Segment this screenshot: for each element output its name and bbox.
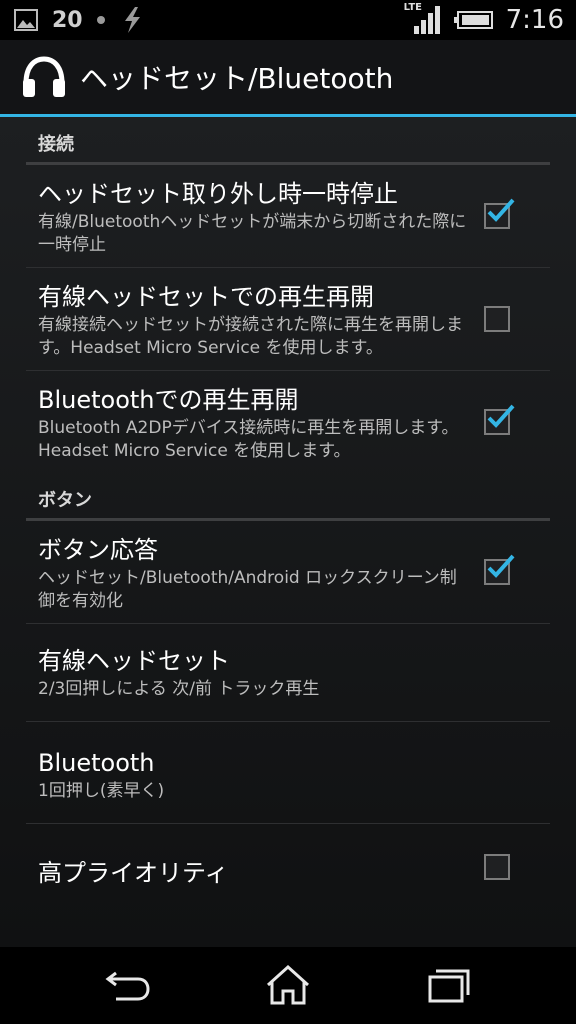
checkmark-icon xyxy=(487,198,515,222)
recents-icon[interactable] xyxy=(418,965,478,1007)
pref-pause-on-disconnect[interactable]: ヘッドセット取り外し時一時停止 有線/Bluetoothヘッドセットが端末から切… xyxy=(26,165,550,268)
pref-title: ヘッドセット取り外し時一時停止 xyxy=(38,180,398,208)
pref-summary: ヘッドセット/Bluetooth/Android ロックスクリーン制御を有効化 xyxy=(38,568,457,611)
section-header-buttons: ボタン xyxy=(26,473,550,521)
navigation-bar xyxy=(0,947,576,1024)
home-icon[interactable] xyxy=(258,965,318,1007)
pref-title: Bluetoothでの再生再開 xyxy=(38,386,299,414)
checkbox-checked[interactable] xyxy=(484,198,515,229)
pref-title: ボタン応答 xyxy=(38,536,158,564)
pref-high-priority[interactable]: 高プライオリティ xyxy=(26,824,550,910)
pref-summary: 1回押し(素早く) xyxy=(38,781,165,801)
checkmark-icon xyxy=(487,404,515,428)
pref-wired-headset[interactable]: 有線ヘッドセット 2/3回押しによる 次/前 トラック再生 xyxy=(26,624,550,722)
pref-button-response[interactable]: ボタン応答 ヘッドセット/Bluetooth/Android ロックスクリーン制… xyxy=(26,521,550,624)
pref-summary: 2/3回押しによる 次/前 トラック再生 xyxy=(38,679,320,699)
clock: 7:16 xyxy=(505,5,564,35)
headphones-icon[interactable] xyxy=(20,53,68,101)
status-bar: 20 LTE 7:16 xyxy=(0,0,576,40)
pref-bluetooth-button[interactable]: Bluetooth 1回押し(素早く) xyxy=(26,722,550,824)
pref-title: Bluetooth xyxy=(38,749,155,777)
pref-summary: 有線接続ヘッドセットが接続された際に再生を再開します。Headset Micro… xyxy=(38,315,463,358)
pref-title: 高プライオリティ xyxy=(38,859,229,887)
battery-icon xyxy=(453,11,493,29)
pref-resume-wired[interactable]: 有線ヘッドセットでの再生再開 有線接続ヘッドセットが接続された際に再生を再開しま… xyxy=(26,268,550,371)
checkbox-unchecked[interactable] xyxy=(484,306,510,332)
checkmark-icon xyxy=(487,554,515,578)
bolt-icon xyxy=(124,7,140,33)
preference-list: 接続 ヘッドセット取り外し時一時停止 有線/Bluetoothヘッドセットが端末… xyxy=(0,117,576,947)
lte-signal-icon: LTE xyxy=(404,2,442,36)
pref-summary: 有線/Bluetoothヘッドセットが端末から切断された際に一時停止 xyxy=(38,212,467,255)
dot-icon xyxy=(96,16,105,24)
pref-title: 有線ヘッドセットでの再生再開 xyxy=(38,283,374,311)
screen: 20 LTE 7:16 ヘッドセット/Bluetooth 接続 ヘッドセット取り… xyxy=(0,0,576,1024)
checkbox-checked[interactable] xyxy=(484,404,515,435)
image-icon xyxy=(14,9,38,31)
checkbox-unchecked[interactable] xyxy=(484,854,510,880)
page-title: ヘッドセット/Bluetooth xyxy=(80,62,394,95)
pref-title: 有線ヘッドセット xyxy=(38,647,230,675)
notification-count: 20 xyxy=(52,7,83,33)
checkbox-checked[interactable] xyxy=(484,554,515,585)
section-header-connection: 接続 xyxy=(26,117,550,165)
pref-resume-bluetooth[interactable]: Bluetoothでの再生再開 Bluetooth A2DPデバイス接続時に再生… xyxy=(26,371,550,473)
action-bar: ヘッドセット/Bluetooth xyxy=(0,40,576,117)
pref-summary: Bluetooth A2DPデバイス接続時に再生を再開します。Headset M… xyxy=(38,418,459,461)
back-icon[interactable] xyxy=(98,965,158,1007)
